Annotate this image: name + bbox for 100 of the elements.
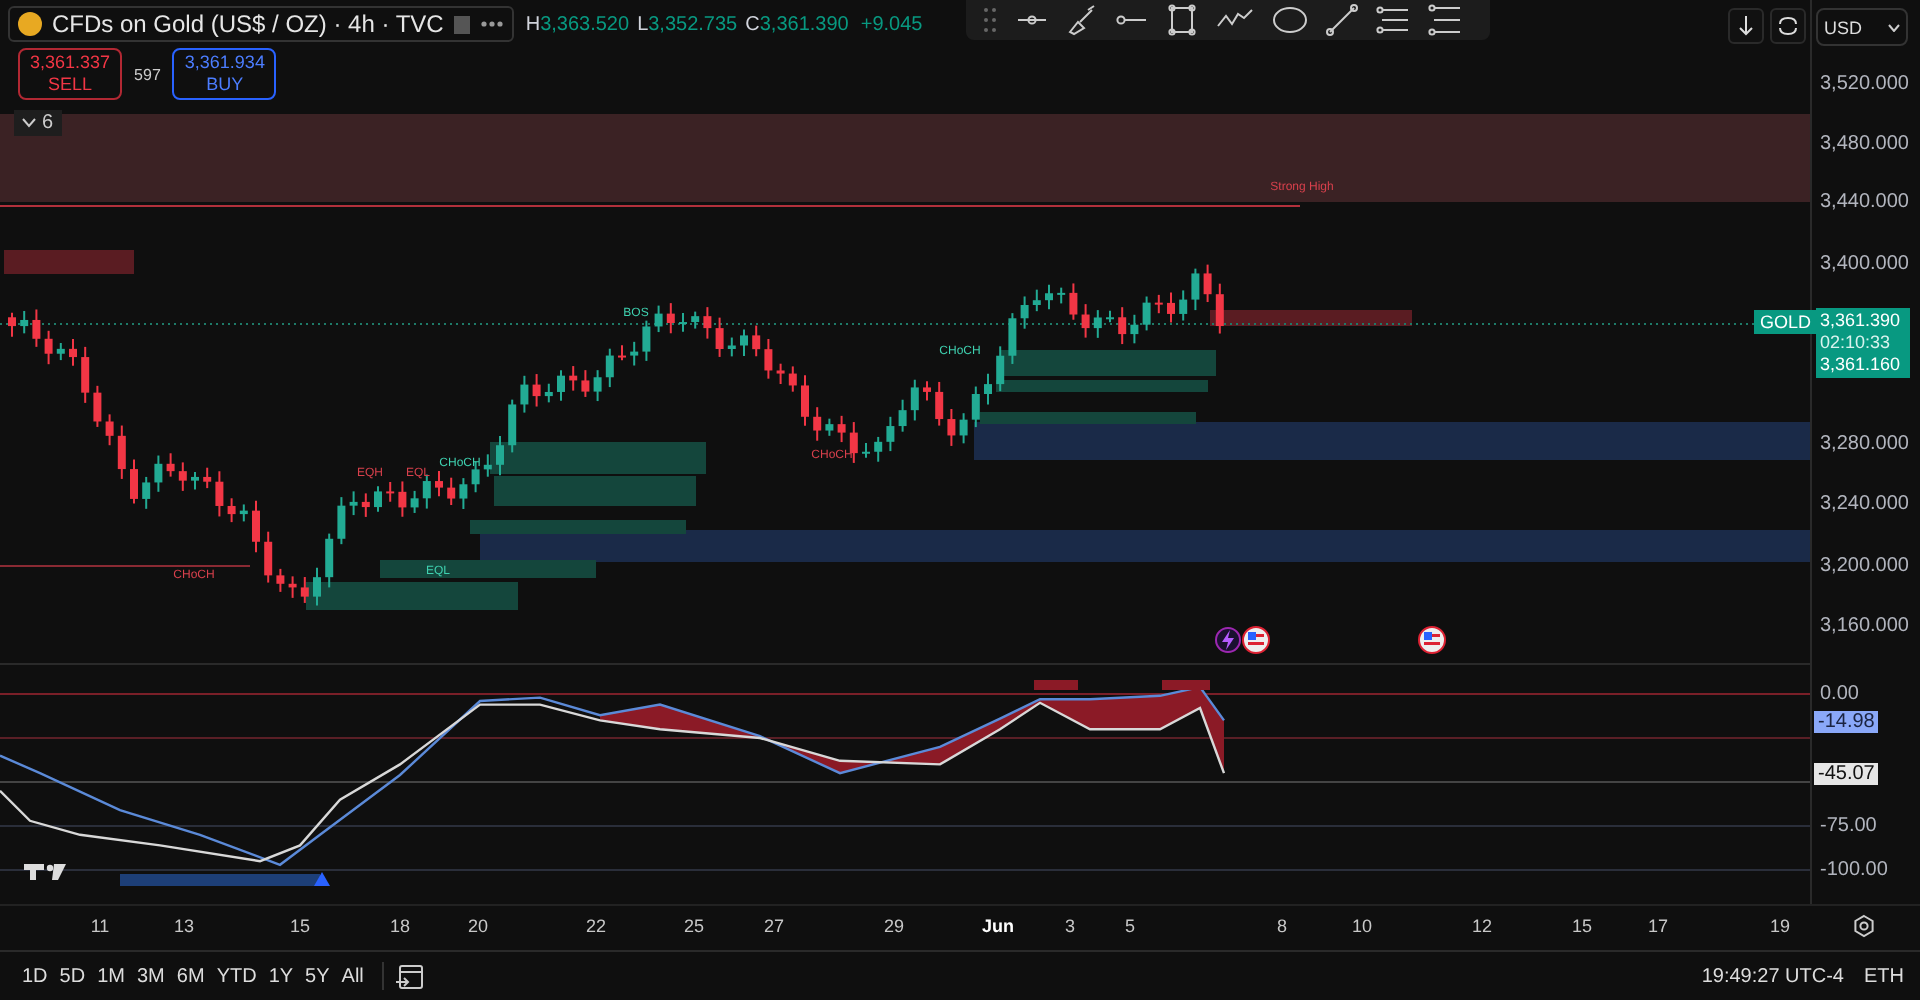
candle [1118, 306, 1127, 346]
axis-label: 17 [1648, 916, 1668, 936]
range-button[interactable]: 1Y [262, 961, 300, 991]
calendar-icon[interactable] [395, 962, 424, 990]
axis-label: 8 [1277, 916, 1287, 936]
fib-retracement-icon[interactable] [1376, 4, 1410, 36]
candle [32, 308, 41, 348]
candle [1020, 295, 1029, 330]
candle [239, 503, 248, 523]
candle [313, 566, 321, 607]
logo-icon [24, 864, 66, 880]
candle [996, 345, 1005, 393]
range-button[interactable]: 1M [91, 961, 131, 991]
axis-label: 3,200.000 [1820, 555, 1909, 577]
candle [569, 365, 578, 392]
range-button[interactable]: 1D [16, 961, 54, 991]
candle [56, 342, 65, 362]
sell-button[interactable]: 3,361.337 SELL [18, 48, 123, 100]
candle [447, 476, 456, 506]
buy-button[interactable]: 3,361.934 BUY [172, 48, 277, 100]
candle [227, 497, 236, 524]
lightning-icon[interactable] [1215, 627, 1241, 653]
candle [166, 452, 175, 478]
candle [849, 421, 858, 464]
ohlc-value: 3,352.735 [648, 13, 738, 35]
axis-label: -100.00 [1820, 859, 1888, 881]
candle [947, 408, 956, 447]
candle [178, 461, 187, 492]
indicators-toggle[interactable]: 6 [14, 110, 62, 136]
ohlc-value: 3,363.520 [540, 13, 630, 35]
candle [459, 477, 468, 511]
range-button[interactable]: All [335, 961, 370, 991]
candle [117, 424, 126, 480]
candle [288, 575, 297, 599]
grip-icon[interactable] [982, 4, 998, 36]
candle [142, 475, 151, 510]
currency-dropdown[interactable]: USD [1816, 8, 1908, 46]
sync-button[interactable] [1770, 8, 1806, 44]
candle [715, 316, 724, 358]
candle [1130, 313, 1139, 345]
axis-label: 3,280.000 [1820, 433, 1909, 455]
axis-label: 3,480.000 [1820, 133, 1909, 155]
chevron-down-icon [1888, 23, 1900, 31]
range-button[interactable]: 3M [131, 961, 171, 991]
candle [81, 345, 90, 404]
axis-label: 29 [884, 916, 904, 936]
candle [874, 435, 883, 463]
session-button[interactable]: ETH [1864, 965, 1904, 987]
price-change: +9.045 [860, 13, 923, 35]
rectangle-icon[interactable] [1166, 4, 1198, 36]
candle [20, 309, 29, 335]
candle [1215, 282, 1224, 335]
candle [8, 311, 16, 338]
range-button[interactable]: 5Y [299, 961, 336, 991]
ohlc-label: C [745, 13, 760, 35]
axis-label: 3 [1065, 916, 1075, 936]
candle [105, 413, 114, 447]
ellipse-icon[interactable] [1272, 4, 1308, 36]
ohlc-value: 3,361.390 [759, 13, 849, 35]
symbol-title[interactable]: CFDs on Gold (US$ / OZ) · 4h · TVC [8, 6, 514, 42]
candle [654, 304, 663, 334]
settings-icon[interactable] [1852, 914, 1876, 938]
candle [593, 369, 602, 403]
candle [642, 319, 651, 362]
order-block [4, 250, 134, 274]
candle [679, 312, 687, 333]
candle [191, 471, 199, 491]
spread-value: 597 [134, 65, 161, 83]
candle [703, 306, 712, 340]
axis-label: 3,440.000 [1820, 191, 1909, 213]
candle [923, 380, 931, 402]
axis-label: 11 [90, 916, 110, 936]
range-button[interactable]: 6M [170, 961, 211, 991]
candle [691, 310, 700, 330]
axis-label: 15 [1572, 916, 1592, 936]
scroll-down-button[interactable] [1728, 8, 1764, 44]
trend-line-icon[interactable] [1326, 4, 1358, 36]
candle [1069, 282, 1078, 321]
price-label: 3,361.390 02:10:33 3,361.160 [1816, 308, 1910, 378]
candle [557, 369, 565, 402]
candle [935, 380, 944, 427]
fib-extension-icon[interactable] [1428, 4, 1462, 36]
candle [1191, 267, 1200, 312]
candle [605, 347, 614, 389]
ohlc-label: H [525, 13, 541, 35]
candle [910, 378, 919, 422]
candle [727, 336, 736, 358]
candle [618, 344, 626, 362]
axis-label: 13 [174, 916, 194, 936]
candle [532, 373, 541, 408]
range-button[interactable]: 5D [53, 961, 92, 991]
candle [1167, 291, 1175, 324]
range-button[interactable]: YTD [210, 961, 263, 991]
more-icon[interactable] [479, 20, 504, 28]
brush-icon[interactable] [1066, 4, 1098, 36]
candle [252, 499, 260, 554]
axis-label: 25 [684, 916, 704, 936]
ohlc-label: L [637, 13, 649, 35]
candle [1106, 309, 1114, 324]
candle [959, 412, 968, 445]
